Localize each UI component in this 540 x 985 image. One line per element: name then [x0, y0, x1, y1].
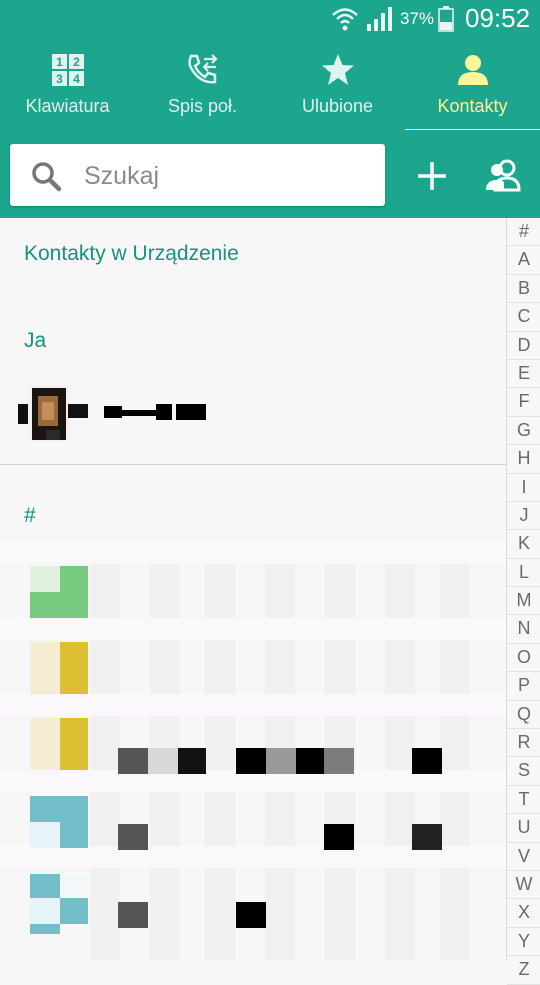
tab-call-log[interactable]: Spis poł.	[135, 38, 270, 130]
svg-text:3: 3	[56, 72, 63, 86]
avatar	[30, 796, 88, 848]
tab-contacts[interactable]: Kontakty	[405, 38, 540, 130]
index-letter[interactable]: M	[507, 587, 540, 616]
index-letter[interactable]: #	[507, 218, 540, 247]
status-bar: 37% 09:52	[0, 0, 540, 38]
avatar	[30, 566, 88, 618]
index-letter[interactable]: G	[507, 417, 540, 446]
index-letter[interactable]: Y	[507, 928, 540, 957]
svg-text:1: 1	[56, 55, 63, 69]
tab-label: Kontakty	[437, 96, 508, 116]
battery-icon	[438, 6, 454, 32]
clock: 09:52	[465, 3, 531, 33]
hash-header: #	[24, 504, 36, 527]
index-letter[interactable]: Q	[507, 701, 540, 730]
index-letter[interactable]: V	[507, 843, 540, 871]
tab-label: Ulubione	[301, 96, 374, 116]
search-input[interactable]	[82, 156, 376, 196]
svg-text:2: 2	[73, 55, 80, 69]
index-letter[interactable]: K	[507, 530, 540, 559]
index-letter[interactable]: I	[507, 474, 540, 502]
list-item[interactable]	[0, 566, 506, 642]
me-header: Ja	[24, 329, 47, 352]
list-item[interactable]	[0, 642, 506, 718]
contact-list[interactable]: Kontakty w Urządzenie Ja #	[0, 218, 506, 960]
groups-icon	[486, 159, 521, 192]
groups-button[interactable]	[480, 154, 526, 198]
divider	[0, 464, 506, 465]
index-letter[interactable]: H	[507, 445, 540, 474]
avatar	[18, 386, 88, 442]
index-letter[interactable]: Z	[507, 956, 540, 985]
signal-icon	[367, 7, 392, 31]
battery-percent: 37%	[400, 9, 435, 28]
index-letter[interactable]: X	[507, 899, 540, 928]
dialpad-icon: 1 2 3 4	[51, 54, 84, 86]
list-item[interactable]	[0, 796, 506, 872]
index-letter[interactable]: C	[507, 303, 540, 332]
index-letter[interactable]: J	[507, 502, 540, 531]
avatar	[30, 718, 88, 770]
index-letter[interactable]: N	[507, 615, 540, 644]
index-letter[interactable]: U	[507, 814, 540, 843]
svg-text:4: 4	[73, 72, 80, 86]
section-title: Kontakty w Urządzenie	[24, 242, 239, 265]
index-letter[interactable]: B	[507, 275, 540, 304]
index-letter[interactable]: A	[507, 246, 540, 275]
index-letter[interactable]: T	[507, 786, 540, 815]
list-item[interactable]	[0, 718, 506, 794]
index-letter[interactable]: S	[507, 757, 540, 786]
tab-label: Spis poł.	[167, 96, 238, 116]
avatar	[30, 642, 88, 694]
call-log-icon	[187, 54, 218, 84]
index-letter[interactable]: R	[507, 729, 540, 758]
alphabet-index[interactable]: # A B C D E F G H I J K L M N O P Q R S T U V W X Y Z	[506, 218, 540, 985]
add-icon	[418, 162, 446, 190]
list-item[interactable]	[0, 874, 506, 950]
tab-bar: 1 2 3 4 Klawiatura Spis poł. Ulubione Ko…	[0, 38, 540, 133]
star-icon	[321, 54, 354, 85]
tab-favorites[interactable]: Ulubione	[270, 38, 405, 130]
index-letter[interactable]: E	[507, 360, 540, 389]
search-icon	[32, 162, 62, 192]
my-profile-row[interactable]	[0, 378, 506, 448]
tab-label: Klawiatura	[25, 96, 110, 116]
index-letter[interactable]: O	[507, 644, 540, 673]
add-contact-button[interactable]	[410, 154, 454, 198]
search-box[interactable]	[10, 144, 385, 206]
search-bar-area	[0, 130, 540, 218]
index-letter[interactable]: P	[507, 672, 540, 701]
index-letter[interactable]: D	[507, 332, 540, 360]
index-letter[interactable]: W	[507, 871, 540, 900]
contact-name-redacted	[104, 404, 206, 420]
wifi-icon	[332, 8, 358, 31]
person-icon	[457, 55, 488, 85]
avatar	[30, 874, 88, 934]
index-letter[interactable]: F	[507, 388, 540, 417]
tab-keypad[interactable]: 1 2 3 4 Klawiatura	[0, 38, 135, 130]
index-letter[interactable]: L	[507, 559, 540, 588]
